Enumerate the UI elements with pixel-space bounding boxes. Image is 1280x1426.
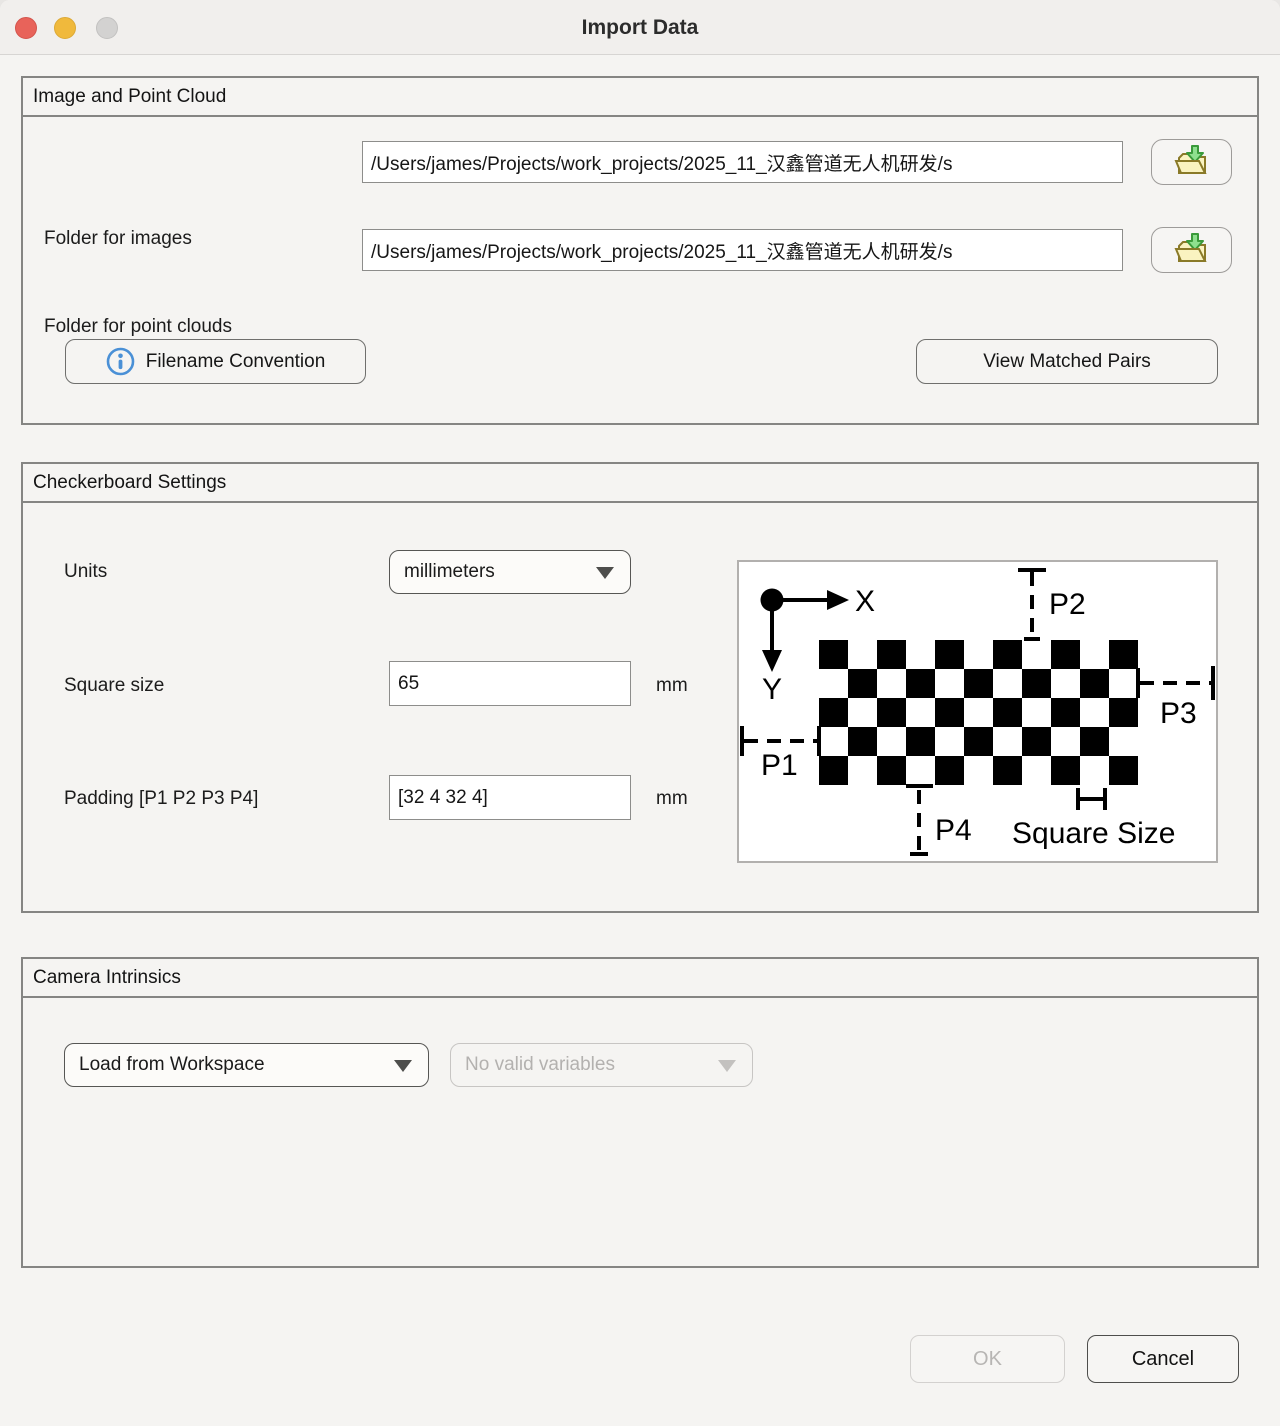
x-axis-label: X <box>855 585 875 618</box>
window-title: Import Data <box>0 0 1280 55</box>
units-dropdown-value: millimeters <box>404 561 495 583</box>
image-point-cloud-section: Image and Point Cloud Folder for images … <box>21 76 1259 425</box>
square-size-diagram-label: Square Size <box>1012 817 1175 850</box>
open-folder-icon <box>1171 143 1213 181</box>
folder-images-input[interactable] <box>362 141 1123 183</box>
titlebar: Import Data <box>0 0 1280 55</box>
checkerboard-squares <box>819 640 1138 785</box>
square-size-input[interactable] <box>389 661 631 706</box>
padding-input[interactable] <box>389 775 631 820</box>
filename-convention-label: Filename Convention <box>146 351 326 373</box>
cancel-button[interactable]: Cancel <box>1087 1335 1239 1383</box>
square-size-label: Square size <box>64 675 164 697</box>
y-axis-label: Y <box>762 673 782 706</box>
ok-button-label: OK <box>973 1348 1002 1371</box>
browse-pointclouds-button[interactable] <box>1151 227 1232 273</box>
camera-intrinsics-section: Camera Intrinsics Load from Workspace No… <box>21 957 1259 1268</box>
view-matched-pairs-button[interactable]: View Matched Pairs <box>916 339 1218 384</box>
checkerboard-diagram-svg: X Y P2 P3 P1 <box>739 562 1215 860</box>
folder-pointclouds-label: Folder for point clouds <box>44 316 232 338</box>
import-data-dialog: Import Data Image and Point Cloud Folder… <box>0 0 1280 1426</box>
info-icon <box>106 347 135 376</box>
minimize-button[interactable] <box>54 17 76 39</box>
padding-label: Padding [P1 P2 P3 P4] <box>64 788 258 810</box>
p1-label: P1 <box>761 749 798 782</box>
p3-label: P3 <box>1160 697 1197 730</box>
intrinsics-source-value: Load from Workspace <box>79 1054 265 1076</box>
checkerboard-diagram: X Y P2 P3 P1 <box>737 560 1218 863</box>
browse-images-button[interactable] <box>1151 139 1232 185</box>
ok-button: OK <box>910 1335 1065 1383</box>
x-axis-arrowhead <box>827 590 849 610</box>
units-label: Units <box>64 561 107 583</box>
folder-pointclouds-input[interactable] <box>362 229 1123 271</box>
y-axis-arrowhead <box>762 650 782 672</box>
chevron-down-icon <box>596 567 614 579</box>
padding-unit: mm <box>656 788 688 810</box>
section-title-camera-intrinsics: Camera Intrinsics <box>23 959 1257 998</box>
view-matched-pairs-label: View Matched Pairs <box>983 351 1151 373</box>
square-size-unit: mm <box>656 675 688 697</box>
checkerboard-settings-section: Checkerboard Settings Units millimeters … <box>21 462 1259 913</box>
section-title-image-point-cloud: Image and Point Cloud <box>23 78 1257 117</box>
filename-convention-button[interactable]: Filename Convention <box>65 339 366 384</box>
origin-dot <box>761 589 784 612</box>
units-dropdown[interactable]: millimeters <box>389 550 631 594</box>
folder-images-label: Folder for images <box>44 228 192 250</box>
cancel-button-label: Cancel <box>1132 1348 1194 1371</box>
p4-label: P4 <box>935 814 972 847</box>
close-button[interactable] <box>15 17 37 39</box>
section-title-checkerboard: Checkerboard Settings <box>23 464 1257 503</box>
zoom-button <box>96 17 118 39</box>
chevron-down-icon <box>718 1060 736 1072</box>
intrinsics-variables-value: No valid variables <box>465 1054 615 1076</box>
chevron-down-icon <box>394 1060 412 1072</box>
intrinsics-source-dropdown[interactable]: Load from Workspace <box>64 1043 429 1087</box>
p2-label: P2 <box>1049 588 1086 621</box>
intrinsics-variables-dropdown: No valid variables <box>450 1043 753 1087</box>
open-folder-icon <box>1171 231 1213 269</box>
